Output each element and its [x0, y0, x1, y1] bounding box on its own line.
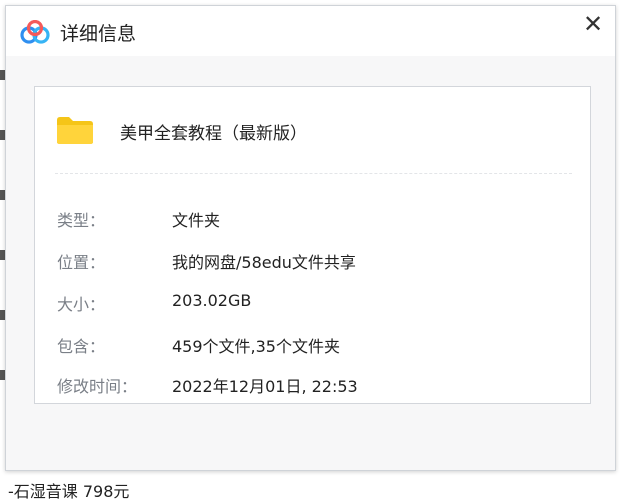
folder-name: 美甲全套教程（最新版） — [120, 124, 307, 144]
close-button[interactable]: ✕ — [581, 12, 605, 36]
detail-row-location: 位置： 我的网盘/58edu文件共享 — [57, 249, 567, 275]
detail-value: 文件夹 — [172, 211, 221, 230]
detail-row-contains: 包含： 459个文件,35个文件夹 — [57, 333, 567, 359]
detail-row-modified: 修改时间： 2022年12月01日, 22:53 — [57, 373, 567, 399]
detail-value: 203.02GB — [172, 291, 252, 310]
baidu-netdisk-logo-icon — [20, 19, 50, 44]
detail-row-size: 大小： 203.02GB — [57, 291, 567, 317]
dialog-titlebar: 详细信息 ✕ — [6, 6, 615, 56]
details-panel: 美甲全套教程（最新版） 类型： 文件夹 位置： 我的网盘/58edu文件共享 大… — [34, 86, 591, 404]
detail-label: 修改时间： — [57, 377, 138, 396]
background-text: -石湿音课 798元 — [8, 482, 130, 501]
dialog-title: 详细信息 — [60, 23, 137, 45]
detail-value: 459个文件,35个文件夹 — [172, 337, 340, 356]
detail-label: 类型： — [57, 211, 106, 230]
details-dialog: 详细信息 ✕ 美甲全套教程（最新版） 类型： 文件夹 位置： 我的网盘/58ed… — [5, 5, 616, 471]
detail-row-type: 类型： 文件夹 — [57, 207, 567, 233]
detail-label: 位置： — [57, 253, 106, 272]
detail-value: 2022年12月01日, 22:53 — [172, 377, 358, 396]
divider — [55, 173, 572, 174]
close-icon: ✕ — [582, 10, 604, 38]
detail-label: 包含： — [57, 337, 106, 356]
detail-label: 大小： — [57, 295, 106, 314]
detail-value: 我的网盘/58edu文件共享 — [172, 253, 356, 272]
folder-icon — [56, 115, 94, 145]
